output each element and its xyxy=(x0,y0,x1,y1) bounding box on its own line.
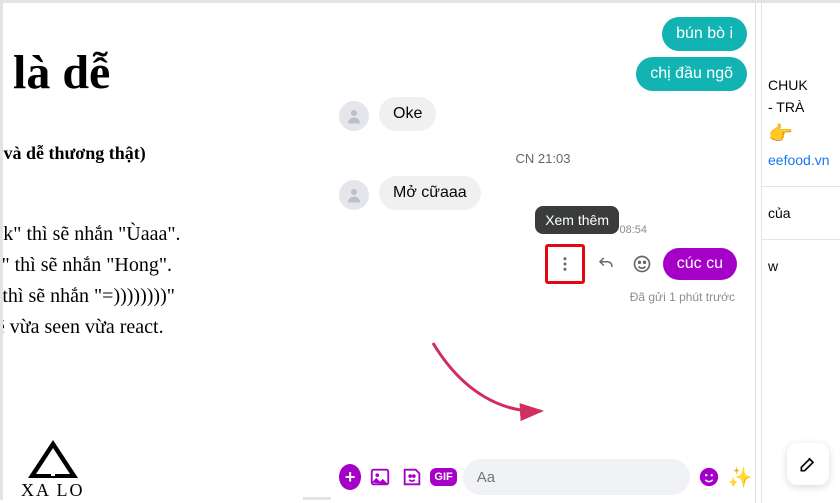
gif-button[interactable]: GIF xyxy=(430,462,456,492)
avatar[interactable] xyxy=(339,180,369,210)
image-body-text: Ừ", "Uk" thì sẽ nhắn "Ùaaa". Không" thì … xyxy=(3,219,295,343)
more-options-button[interactable] xyxy=(550,249,580,279)
shared-image-panel: ậy là dễ g (và dễ thương thật) Ừ", "Uk" … xyxy=(3,3,303,503)
divider xyxy=(762,239,840,240)
highlight-box xyxy=(545,244,585,284)
message-received[interactable]: Mở cữaaa xyxy=(339,176,747,210)
message-input[interactable] xyxy=(463,459,690,495)
message-bubble-sent[interactable]: cúc cu xyxy=(663,248,737,280)
new-message-button[interactable] xyxy=(787,443,829,485)
sidebar-text: CHUK xyxy=(768,77,840,93)
chat-panel: bún bò i chị đầu ngõ Oke CN 21:03 Mở cữa… xyxy=(331,3,761,503)
day-timestamp: CN 21:03 xyxy=(339,151,747,166)
delivery-status: Đã gửi 1 phút trước xyxy=(339,290,747,304)
react-button[interactable] xyxy=(627,249,657,279)
sparkle-icon[interactable]: ✨ xyxy=(727,462,753,492)
pointing-hand-icon: 👉 xyxy=(768,121,840,146)
message-bubble: chị đầu ngõ xyxy=(636,57,747,91)
message-bubble: Oke xyxy=(379,97,436,131)
right-sidebar-fragment: CHUK - TRÀ 👉 eefood.vn của w xyxy=(761,3,840,503)
image-subtitle: g (và dễ thương thật) xyxy=(3,128,295,175)
avatar[interactable] xyxy=(339,101,369,131)
message-received[interactable]: Oke xyxy=(339,97,747,131)
composer-bar: + GIF ✨ xyxy=(331,451,761,503)
message-list[interactable]: bún bò i chị đầu ngõ Oke CN 21:03 Mở cữa… xyxy=(331,3,761,451)
message-bubble: bún bò i xyxy=(662,17,747,51)
open-actions-button[interactable]: + xyxy=(339,464,361,490)
sticker-button[interactable] xyxy=(399,462,425,492)
message-sent[interactable]: bún bò i xyxy=(339,17,747,51)
message-action-row: Xem thêm cúc cu xyxy=(339,244,747,284)
reply-button[interactable] xyxy=(591,249,621,279)
photo-button[interactable] xyxy=(367,462,393,492)
message-bubble: Mở cữaaa xyxy=(379,176,481,210)
emoji-button[interactable] xyxy=(696,462,722,492)
sidebar-text: w xyxy=(768,258,840,274)
image-logo: XA LO xyxy=(21,440,85,501)
tooltip-more: Xem thêm xyxy=(535,206,619,234)
sidebar-text: - TRÀ xyxy=(768,99,840,115)
image-title: ậy là dễ xyxy=(3,45,295,100)
sidebar-link[interactable]: eefood.vn xyxy=(768,152,840,168)
divider xyxy=(762,186,840,187)
sidebar-text: của xyxy=(768,205,840,221)
message-sent[interactable]: chị đầu ngõ xyxy=(339,57,747,91)
